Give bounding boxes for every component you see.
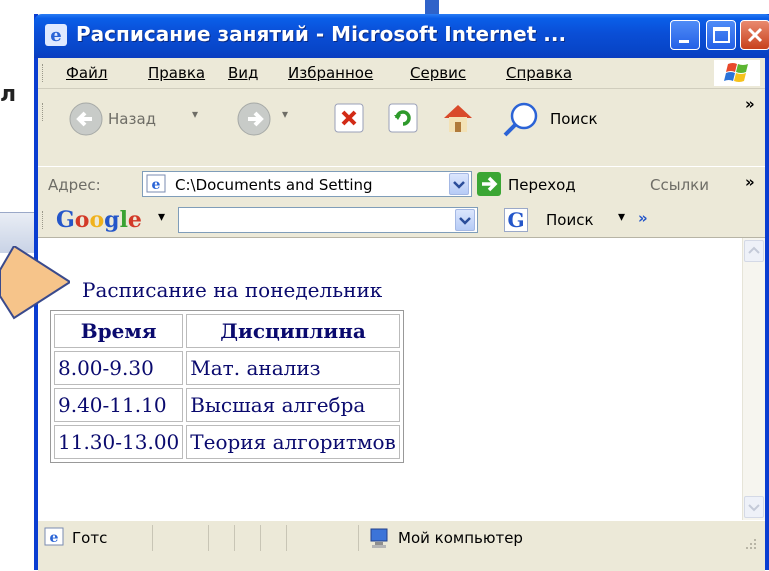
table-cell: 11.30-13.00 (54, 425, 184, 459)
address-dropdown-button[interactable] (449, 173, 469, 195)
maximize-icon (713, 27, 730, 43)
window-title: Расписание занятий - Microsoft Internet … (76, 22, 567, 46)
table-row: 9.40-11.10 Высшая алгебра (54, 388, 400, 422)
status-divider (260, 525, 261, 551)
google-logo[interactable]: Google (56, 207, 142, 233)
toolbar-overflow[interactable]: » (745, 95, 755, 113)
status-divider (234, 525, 235, 551)
go-button[interactable]: Переход (508, 176, 576, 194)
search-icon[interactable] (500, 99, 544, 137)
table-cell: Мат. анализ (186, 351, 400, 385)
svg-text:e: e (50, 530, 59, 546)
google-search-button[interactable]: Поиск (546, 211, 594, 229)
forward-arrow-icon[interactable] (236, 101, 272, 137)
page-content: Расписание на понедельник Время Дисципли… (38, 238, 742, 520)
menu-bar: Файл Правка Вид Избранное Сервис Справка (38, 58, 765, 89)
refresh-icon[interactable] (388, 103, 418, 133)
table-cell: Теория алгоритмов (186, 425, 400, 459)
page-heading: Расписание на понедельник (82, 278, 383, 302)
callout-arrow (0, 246, 70, 320)
chevron-down-icon (459, 217, 471, 225)
home-icon[interactable] (440, 101, 476, 135)
table-cell: Высшая алгебра (186, 388, 400, 422)
back-dropdown-icon[interactable]: ▾ (192, 107, 198, 121)
page-status-icon: e (44, 527, 64, 546)
status-divider (358, 525, 359, 551)
computer-icon (370, 528, 388, 548)
menu-edit[interactable]: Правка (148, 64, 205, 82)
column-header-discipline: Дисциплина (186, 314, 400, 348)
page-icon: e (146, 174, 166, 193)
title-bar[interactable]: e Расписание занятий - Microsoft Interne… (34, 14, 769, 58)
toolbar-grip (42, 103, 46, 121)
google-menu-dropdown-icon[interactable]: ▾ (158, 209, 165, 225)
table-cell: 8.00-9.30 (54, 351, 184, 385)
back-arrow-icon[interactable] (68, 101, 104, 137)
svg-text:e: e (50, 25, 61, 46)
svg-text:e: e (152, 177, 161, 193)
go-arrow-icon[interactable] (476, 171, 502, 197)
links-label[interactable]: Ссылки (650, 176, 709, 194)
status-divider (286, 525, 287, 551)
google-search-dropdown-button[interactable] (455, 209, 475, 231)
resize-grip-icon[interactable] (740, 535, 758, 553)
google-toolbar-grip (42, 211, 46, 229)
forward-dropdown-icon[interactable]: ▾ (282, 107, 288, 121)
address-value: C:\Documents and Setting (175, 176, 373, 194)
windows-logo-icon (714, 60, 760, 86)
menu-help[interactable]: Справка (506, 64, 572, 82)
minimize-icon (679, 40, 689, 43)
table-row: 8.00-9.30 Мат. анализ (54, 351, 400, 385)
column-header-time: Время (54, 314, 184, 348)
menu-file[interactable]: Файл (66, 64, 107, 82)
table-row: 11.30-13.00 Теория алгоритмов (54, 425, 400, 459)
address-input[interactable]: e C:\Documents and Setting (142, 171, 472, 197)
table-header-row: Время Дисциплина (54, 314, 400, 348)
google-overflow[interactable]: » (638, 209, 648, 227)
table-cell: 9.40-11.10 (54, 388, 184, 422)
chevron-down-icon (453, 181, 465, 189)
scroll-up-button[interactable] (744, 240, 764, 262)
search-label[interactable]: Поиск (550, 110, 598, 128)
menu-tools[interactable]: Сервис (410, 64, 466, 82)
address-label: Адрес: (48, 176, 101, 194)
vertical-scrollbar[interactable] (742, 238, 765, 520)
address-bar: Адрес: e C:\Documents and Setting Перехо… (38, 166, 765, 204)
status-bar: e Готс Мой компьютер (38, 520, 765, 571)
minimize-button[interactable] (670, 20, 700, 50)
maximize-button[interactable] (706, 20, 736, 50)
ie-icon: e (45, 24, 67, 46)
google-search-input[interactable] (178, 207, 478, 233)
background-letter: л (0, 82, 17, 107)
back-label[interactable]: Назад (108, 110, 156, 128)
schedule-table: Время Дисциплина 8.00-9.30 Мат. анализ 9… (50, 310, 404, 463)
status-divider (152, 525, 153, 551)
status-text: Готс (72, 529, 108, 547)
google-toolbar: Google ▾ G Поиск ▾ » (38, 203, 765, 238)
browser-window: e Расписание занятий - Microsoft Interne… (34, 14, 769, 571)
chevron-up-icon (748, 246, 760, 254)
links-overflow[interactable]: » (745, 173, 755, 191)
chevron-down-icon (748, 504, 760, 512)
security-zone: Мой компьютер (398, 529, 523, 547)
google-search-dropdown-icon[interactable]: ▾ (618, 209, 625, 225)
stop-icon[interactable] (334, 103, 364, 133)
close-button[interactable] (740, 20, 769, 50)
menu-view[interactable]: Вид (228, 64, 258, 82)
google-g-icon[interactable]: G (504, 208, 528, 232)
menu-favorites[interactable]: Избранное (288, 64, 373, 82)
scroll-down-button[interactable] (744, 496, 764, 518)
close-icon (747, 27, 763, 43)
menu-grip (42, 64, 46, 82)
status-divider (208, 525, 209, 551)
